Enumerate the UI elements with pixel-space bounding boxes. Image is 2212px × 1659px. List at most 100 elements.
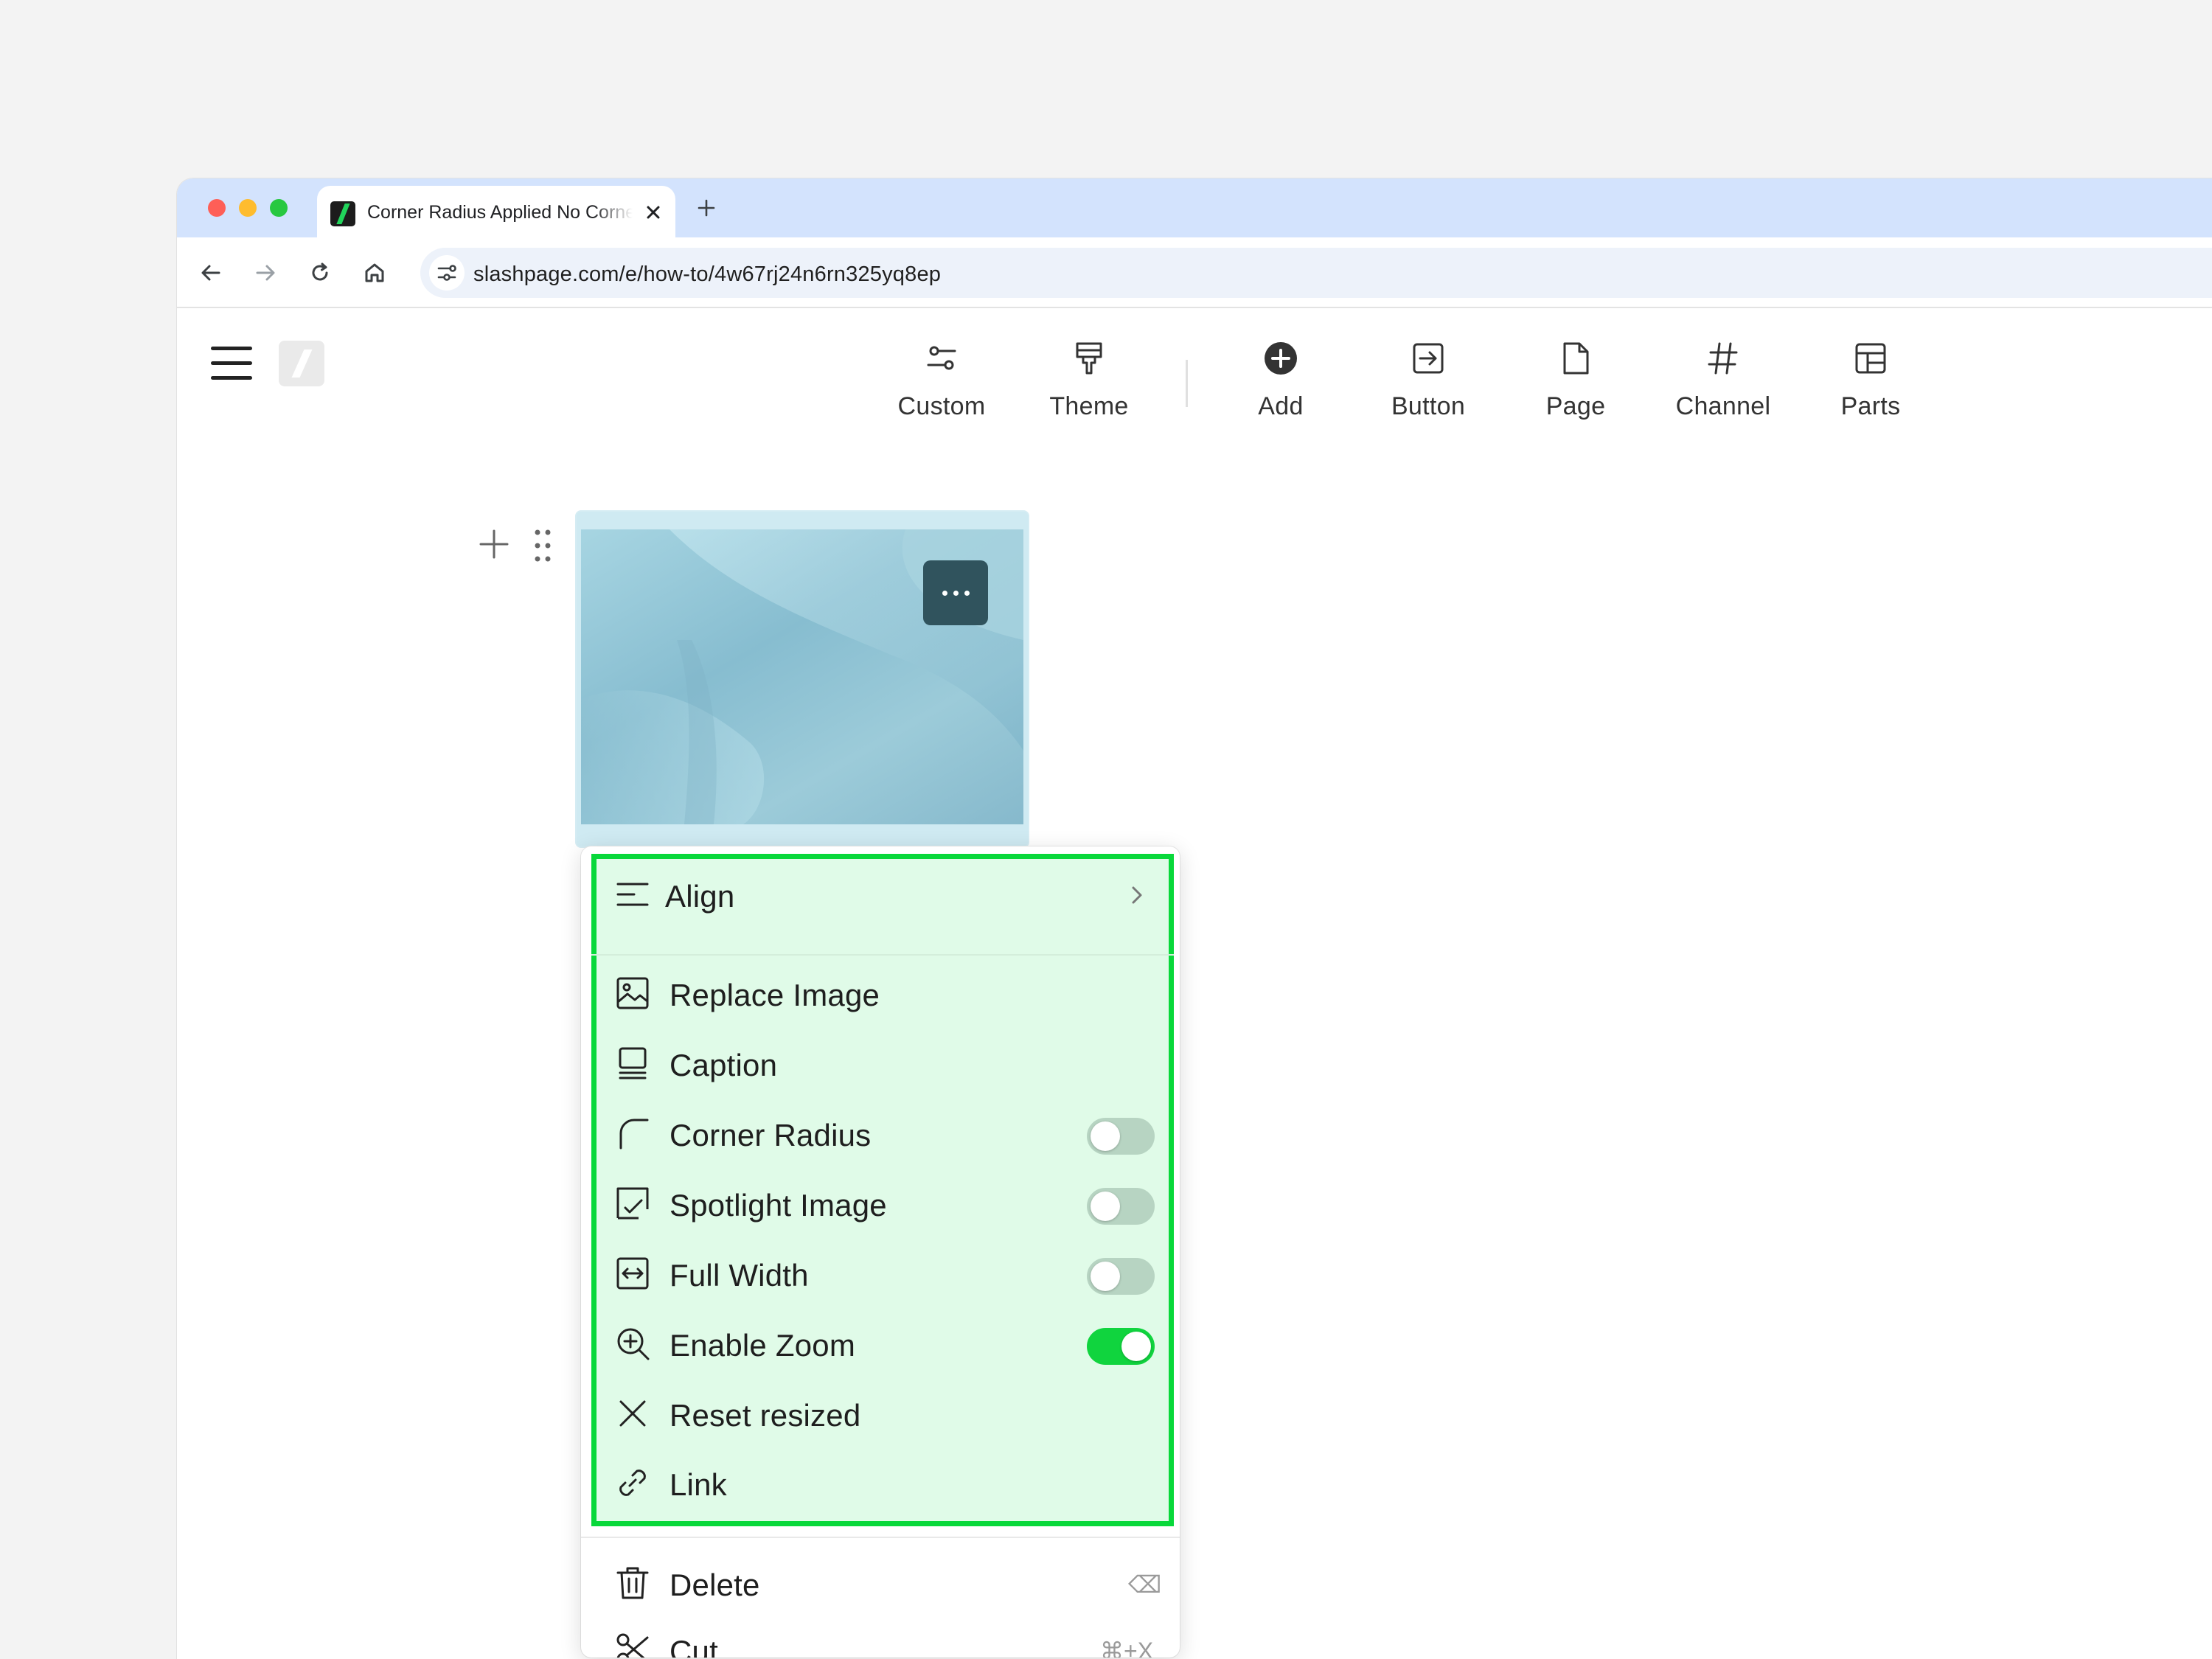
- toolbar-add-button[interactable]: Add: [1214, 341, 1347, 421]
- delete-shortcut: ⌫: [1128, 1571, 1162, 1598]
- spotlight-image-toggle[interactable]: [1087, 1188, 1155, 1225]
- toolbar-label: Custom: [897, 392, 986, 420]
- corner-radius-toggle[interactable]: [1087, 1118, 1155, 1155]
- layout-icon: [1855, 343, 1886, 374]
- menu-item-label: Replace Image: [669, 978, 880, 1012]
- menu-item-align[interactable]: Align: [581, 863, 1180, 926]
- toolbar-label: Add: [1258, 392, 1304, 420]
- menu-item-cut[interactable]: Cut ⌘+X: [581, 1618, 1180, 1658]
- toolbar-custom-button[interactable]: Custom: [875, 341, 1008, 421]
- new-tab-button[interactable]: [693, 195, 720, 221]
- full-width-toggle[interactable]: [1087, 1258, 1155, 1295]
- toolbar-separator: [1186, 360, 1188, 407]
- browser-tab[interactable]: Corner Radius Applied No Corner Radius: [317, 186, 675, 239]
- toolbar-page-button[interactable]: Page: [1509, 341, 1642, 421]
- home-button[interactable]: [357, 255, 392, 291]
- toolbar-label: Theme: [1049, 392, 1129, 420]
- image-icon: [616, 977, 649, 1009]
- link-icon: [619, 1470, 646, 1496]
- drag-handle-icon[interactable]: [532, 528, 553, 563]
- forward-button[interactable]: [248, 255, 283, 291]
- sliders-icon: [927, 346, 956, 370]
- plus-circle-icon: [1265, 342, 1297, 375]
- omnibox[interactable]: slashpage.com/e/how-to/4w67rj24n6rn325yq…: [420, 248, 2212, 298]
- enable-zoom-toggle[interactable]: [1087, 1328, 1155, 1365]
- menu-item-corner-radius[interactable]: Corner Radius: [581, 1102, 1180, 1165]
- more-dot-icon: [942, 590, 947, 596]
- page-icon: [1563, 342, 1589, 375]
- menu-item-label: Caption: [669, 1048, 778, 1082]
- site-info-button[interactable]: [429, 255, 465, 291]
- slashpage-logo[interactable]: [279, 341, 324, 386]
- menu-item-delete[interactable]: Delete ⌫: [581, 1551, 1180, 1615]
- more-dot-icon: [953, 590, 959, 596]
- menu-divider: [581, 1537, 1180, 1538]
- maximize-window-button[interactable]: [270, 199, 288, 217]
- tab-title: Corner Radius Applied No Corner Radius: [367, 202, 633, 223]
- menu-item-replace-image[interactable]: Replace Image: [581, 961, 1180, 1025]
- menu-item-label: Enable Zoom: [669, 1328, 856, 1363]
- paint-roller-icon: [1076, 342, 1102, 375]
- menu-item-label: Delete: [669, 1568, 760, 1602]
- caption-icon: [619, 1047, 647, 1079]
- cut-shortcut: ⌘+X: [1100, 1638, 1154, 1658]
- toolbar-button-button[interactable]: Button: [1362, 341, 1495, 421]
- menu-item-label: Link: [669, 1467, 727, 1502]
- menu-item-full-width[interactable]: Full Width: [581, 1242, 1180, 1305]
- corner-radius-icon: [619, 1119, 649, 1150]
- trash-icon: [616, 1567, 649, 1599]
- toolbar-label: Channel: [1675, 392, 1771, 420]
- toolbar-label: Parts: [1840, 392, 1901, 420]
- more-dot-icon: [964, 590, 970, 596]
- tab-strip: Corner Radius Applied No Corner Radius: [177, 178, 2212, 239]
- close-icon: [647, 206, 660, 219]
- menu-line: [211, 361, 252, 365]
- menu-line: [211, 347, 252, 350]
- arrow-right-icon: [256, 265, 275, 281]
- toolbar-channel-button[interactable]: Channel: [1657, 341, 1790, 421]
- menu-button[interactable]: [211, 347, 252, 380]
- spotlight-icon: [616, 1187, 649, 1220]
- url-text: slashpage.com/e/how-to/4w67rj24n6rn325yq…: [473, 262, 942, 286]
- menu-item-label: Spotlight Image: [669, 1188, 887, 1222]
- menu-item-label: Cut: [669, 1634, 718, 1658]
- plus-icon: [698, 199, 715, 217]
- arrow-left-icon: [201, 265, 220, 281]
- chevron-right-icon: [1132, 886, 1142, 904]
- editor-app: Custom Theme Add Button Page Channel Par…: [177, 308, 2212, 1659]
- reload-icon: [312, 262, 328, 281]
- toolbar-theme-button[interactable]: Theme: [1023, 341, 1155, 421]
- menu-divider: [591, 954, 1174, 956]
- minimize-window-button[interactable]: [239, 199, 257, 217]
- close-icon: [619, 1400, 646, 1427]
- close-window-button[interactable]: [208, 199, 226, 217]
- tune-icon: [437, 265, 456, 281]
- menu-line: [211, 376, 252, 380]
- slashpage-favicon-icon: [330, 201, 355, 226]
- reload-button[interactable]: [302, 255, 338, 291]
- home-icon: [365, 263, 384, 282]
- menu-item-label: Corner Radius: [669, 1118, 872, 1152]
- tab-close-button[interactable]: [641, 201, 665, 224]
- align-left-icon: [616, 883, 649, 906]
- menu-item-reset-resized[interactable]: Reset resized: [581, 1382, 1180, 1445]
- full-width-icon: [616, 1257, 649, 1290]
- toolbar-label: Button: [1391, 392, 1466, 420]
- browser-window: Corner Radius Applied No Corner Radius s…: [177, 178, 2212, 1659]
- menu-item-caption[interactable]: Caption: [581, 1032, 1180, 1095]
- menu-item-label: Align: [665, 879, 735, 914]
- scissors-icon: [616, 1633, 649, 1658]
- toolbar-label: Page: [1545, 392, 1606, 420]
- toolbar-parts-button[interactable]: Parts: [1804, 341, 1937, 421]
- menu-item-label: Full Width: [669, 1258, 809, 1293]
- back-button[interactable]: [193, 255, 229, 291]
- address-bar: slashpage.com/e/how-to/4w67rj24n6rn325yq…: [177, 237, 2212, 308]
- image-options-button[interactable]: [923, 560, 988, 625]
- menu-item-enable-zoom[interactable]: Enable Zoom: [581, 1312, 1180, 1375]
- menu-item-link[interactable]: Link: [581, 1451, 1180, 1514]
- menu-item-spotlight-image[interactable]: Spotlight Image: [581, 1172, 1180, 1235]
- add-block-icon[interactable]: [479, 529, 509, 559]
- hash-icon: [1708, 342, 1738, 375]
- enter-box-icon: [1413, 343, 1444, 374]
- zoom-in-icon: [617, 1328, 650, 1360]
